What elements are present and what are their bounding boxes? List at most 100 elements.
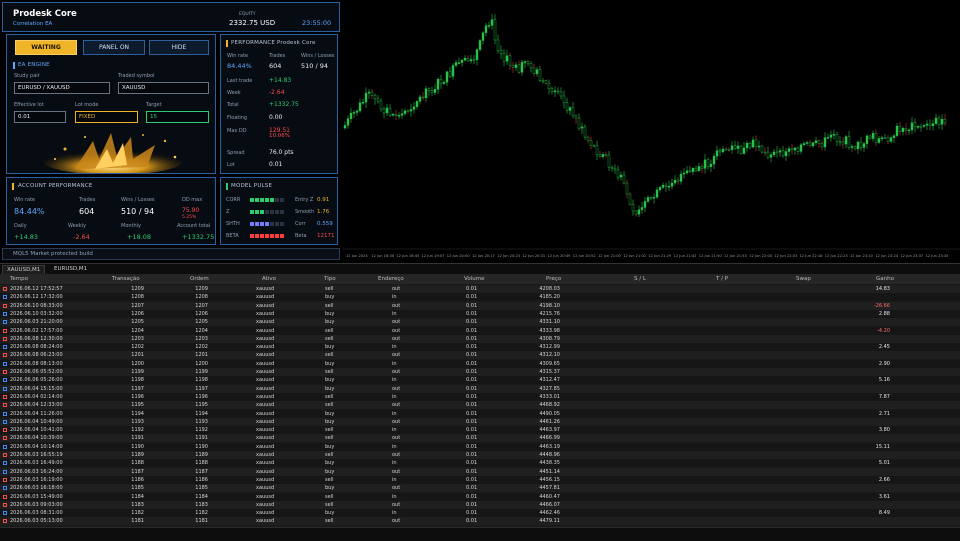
table-row[interactable]: 2026.06.03 16:19:00 1186 1186 xauusd sell in 0… [0, 475, 960, 484]
price-chart[interactable]: 12 Jun 2024 12 Jun 16:30 12 Jun 16:45 12 Ju… [342, 0, 960, 262]
table-row[interactable]: 2026.06.12 17:32:00 1208 1208 xauusd buy in 0.… [0, 293, 960, 302]
cell-asset: xauusd [256, 360, 275, 367]
traded-symbol-field[interactable]: XAUUSD [118, 82, 209, 94]
table-row[interactable]: 2026.06.03 16:55:19 1189 1189 xauusd sell out… [0, 451, 960, 459]
table-row[interactable]: 2026.06.03 15:49:00 1184 1184 xauusd sell in 0… [0, 492, 960, 501]
perf-row-value: 0.01 [269, 161, 283, 168]
cell-dir: in [392, 493, 397, 500]
table-row[interactable]: 2026.06.04 02:14:00 1196 1196 xauusd sell in 0… [0, 392, 960, 401]
cell-time: 2026.06.12 17:32:00 [10, 294, 63, 301]
hide-button[interactable]: HIDE [149, 40, 209, 55]
cell-dir: in [392, 476, 397, 483]
cell-time: 2026.06.03 08:31:00 [10, 510, 63, 517]
cell-order: 1188 [195, 460, 208, 467]
cell-deal: 1207 [131, 302, 144, 309]
tab-eurusd[interactable]: EURUSD,M1 [50, 265, 91, 274]
cell-vol: 0.01 [466, 518, 478, 525]
col-volume[interactable]: Volume [464, 276, 484, 282]
candle-body [436, 79, 440, 90]
cell-time: 2026.06.03 16:49:00 [10, 460, 63, 467]
cell-gain: 2.71 [878, 410, 890, 417]
cell-price: 4198.10 [539, 302, 560, 309]
candle-body [382, 108, 386, 114]
col-swap[interactable]: Swap [796, 276, 811, 282]
cell-deal: 1203 [131, 335, 144, 342]
col-ordem[interactable]: Ordem [190, 276, 209, 282]
table-header: Tempo Transação Ordem Ativo Tipo Endereç… [0, 274, 960, 284]
table-row[interactable]: 2026.06.03 05:13:00 1181 1181 xauusd sell out… [0, 517, 960, 526]
cell-vol: 0.01 [466, 294, 478, 301]
candle-body [805, 142, 809, 144]
table-row[interactable]: 2026.06.04 10:39:00 1191 1191 xauusd sell out… [0, 434, 960, 443]
table-row[interactable]: 2026.06.10 08:33:00 1207 1207 xauusd sell out… [0, 301, 960, 310]
col-endereco[interactable]: Endereço [378, 276, 404, 282]
pulse-level-cell [255, 198, 259, 202]
candle-body [478, 40, 482, 50]
lot-mode-field[interactable]: FIXED [75, 111, 138, 123]
table-row[interactable]: 2026.06.02 17:57:00 1204 1204 xauusd sell out… [0, 326, 960, 335]
table-row[interactable]: 2026.06.08 12:30:00 1203 1203 xauusd sell out… [0, 334, 960, 343]
col-tipo[interactable]: Tipo [324, 276, 336, 282]
cell-deal: 1190 [131, 443, 144, 450]
candle-body [490, 19, 494, 26]
table-row[interactable]: 2026.06.03 16:49:00 1188 1188 xauusd buy in 0.… [0, 459, 960, 468]
col-tp[interactable]: T / P [716, 276, 728, 282]
effective-lot-field[interactable]: 0.01 [14, 111, 66, 123]
table-row[interactable]: 2026.06.03 21:20:00 1205 1205 xauusd buy out 0… [0, 318, 960, 327]
table-row[interactable]: 2026.06.04 11:26:00 1194 1194 xauusd buy in 0.… [0, 409, 960, 418]
candle-body [838, 141, 842, 143]
table-row[interactable]: 2026.06.08 08:13:00 1200 1200 xauusd buy in 0.… [0, 359, 960, 368]
candle-body [685, 170, 689, 174]
cell-dir: out [392, 418, 401, 425]
col-tempo[interactable]: Tempo [10, 276, 28, 282]
panel-on-button[interactable]: PANEL ON [83, 40, 145, 55]
table-row[interactable]: 2026.06.06 05:52:00 1199 1199 xauusd sell out… [0, 368, 960, 376]
candle-body [550, 88, 554, 92]
candle-body [424, 88, 428, 99]
table-row[interactable]: 2026.06.04 10:41:00 1192 1192 xauusd sell in 0… [0, 426, 960, 435]
candle-body [409, 109, 413, 112]
candle-body [688, 170, 692, 173]
cell-type: buy [325, 410, 335, 417]
table-row[interactable]: 2026.06.08 08:24:00 1202 1202 xauusd buy in 0.… [0, 343, 960, 352]
col-ativo[interactable]: Ativo [262, 276, 276, 282]
table-row[interactable]: 2026.06.12 17:52:57 1209 1209 xauusd sell out… [0, 285, 960, 293]
candle-body [661, 184, 665, 188]
pulse-level-cell [250, 210, 254, 214]
buy-deal-icon [3, 469, 7, 474]
table-row[interactable]: 2026.06.04 12:33:00 1195 1195 xauusd sell out… [0, 401, 960, 410]
pulse-level-cell [260, 198, 264, 202]
table-row[interactable]: 2026.06.03 09:03:00 1183 1183 xauusd sell out… [0, 500, 960, 509]
candle-body [928, 123, 932, 126]
equity-value: 2332.75 USD [229, 19, 276, 27]
cell-dir: in [392, 460, 397, 467]
col-preco[interactable]: Preço [546, 276, 561, 282]
table-row[interactable]: 2026.06.04 10:14:00 1190 1190 xauusd buy in 0.… [0, 442, 960, 451]
target-field[interactable]: 15 [146, 111, 209, 123]
table-row[interactable]: 2026.06.10 03:32:00 1206 1206 xauusd buy in 0.… [0, 309, 960, 318]
cell-order: 1203 [195, 335, 208, 342]
table-row[interactable]: 2026.06.06 05:26:00 1198 1198 xauusd buy in 0.… [0, 376, 960, 385]
table-row[interactable]: 2026.06.03 16:18:00 1185 1185 xauusd buy out 0… [0, 484, 960, 493]
perf-win-rate-label: Win rate [227, 53, 249, 59]
table-row[interactable]: 2026.06.08 06:23:00 1201 1201 xauusd sell out… [0, 351, 960, 360]
table-row[interactable]: 2026.06.04 10:49:00 1193 1193 xauusd buy out 0… [0, 417, 960, 426]
col-transacao[interactable]: Transação [112, 276, 140, 282]
cell-price: 4312.10 [539, 352, 560, 359]
waiting-button[interactable]: WAITING [15, 40, 77, 55]
cell-vol: 0.01 [466, 319, 478, 326]
cell-time: 2026.06.04 10:41:00 [10, 427, 63, 434]
pulse-level-cell [275, 198, 279, 202]
table-row[interactable]: 2026.06.03 16:24:00 1187 1187 xauusd buy out 0… [0, 467, 960, 476]
effective-lot-label: Effective lot [14, 102, 44, 108]
perf-row-label: Week [227, 90, 241, 96]
table-row[interactable]: 2026.06.03 08:31:00 1182 1182 xauusd buy in 0.… [0, 509, 960, 518]
candle-body [793, 147, 797, 151]
candle-body [610, 166, 614, 169]
table-row[interactable]: 2026.06.04 15:15:00 1197 1197 xauusd buy out 0… [0, 384, 960, 393]
study-pair-field[interactable]: EURUSD / XAUUSD [14, 82, 110, 94]
cell-vol: 0.01 [466, 418, 478, 425]
col-sl[interactable]: S / L [634, 276, 646, 282]
acc-trades-value: 604 [79, 207, 95, 216]
col-ganho[interactable]: Ganho [876, 276, 894, 282]
